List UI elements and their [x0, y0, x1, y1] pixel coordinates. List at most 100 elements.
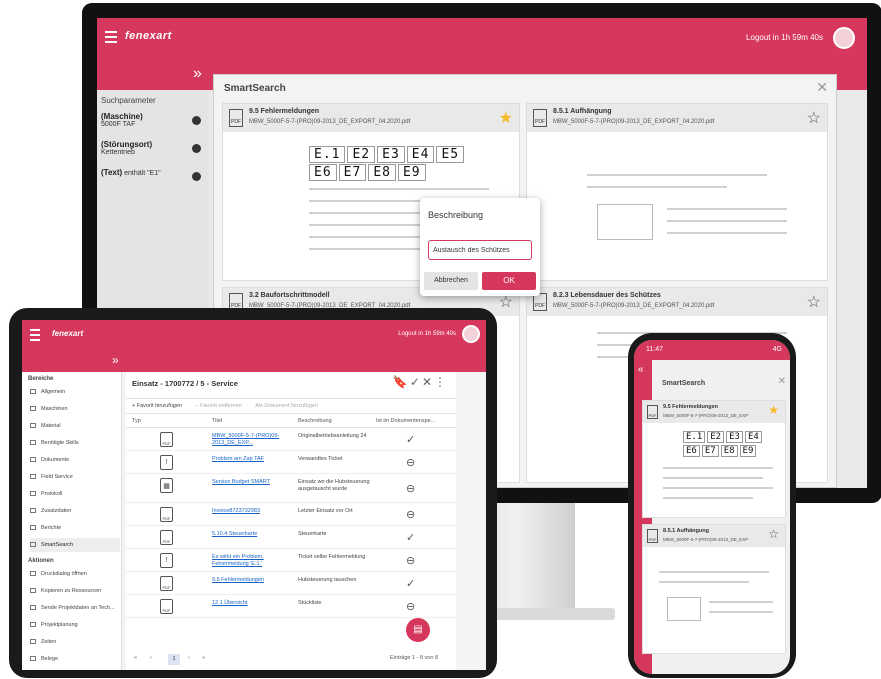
sidebar-item-label: Protokoll [41, 491, 63, 497]
doc-line [663, 487, 773, 489]
table-row[interactable]: PDF 12.1 Übersicht Stückliste ⊖ [126, 596, 456, 618]
avatar[interactable] [833, 27, 855, 49]
current-page[interactable]: 1 [168, 654, 180, 665]
minus-circle-icon[interactable]: ⊖ [406, 482, 415, 495]
row-title-link[interactable]: 9.5 Fehlermeldungen [212, 577, 288, 584]
code: E3 [726, 431, 743, 443]
filter-chip[interactable]: (Text) enthält "E1" [101, 168, 205, 181]
column-header[interactable]: Titel [212, 418, 222, 424]
document-fab-button[interactable]: ▤ [406, 618, 430, 642]
check-icon[interactable]: ✓ [410, 375, 422, 389]
action-item[interactable]: Sende Projektdaten an Tech... [30, 601, 120, 615]
add-as-document-button[interactable]: Als Dokument hinzufügen [249, 399, 324, 413]
sidebar-item[interactable]: Zusatzdaten [30, 504, 120, 518]
pdf-icon: PDF [160, 507, 173, 522]
row-title-link[interactable]: Problem am Zap TAF [212, 456, 288, 463]
logout-timer[interactable]: Logout in 1h 59m 40s [746, 33, 823, 42]
sidebar-item[interactable]: Berichte [30, 521, 120, 535]
first-page-icon[interactable]: « [134, 655, 137, 661]
diagram-thumbnail [667, 597, 701, 621]
doc-line [659, 581, 749, 583]
action-item[interactable]: Kopieren zu Ressourcen [30, 584, 120, 598]
column-header[interactable]: Ist im Dokumentenspe... [376, 418, 435, 424]
column-header[interactable]: Typ [132, 418, 141, 424]
card-header: PDF 8.5.1 Aufhängung MBW_5000F-5-7-(PRO)… [527, 104, 827, 132]
avatar[interactable] [462, 325, 480, 343]
star-icon[interactable]: ☆ [807, 292, 821, 312]
action-item[interactable]: Zeiten [30, 635, 120, 649]
card-title: 8.5.1 Aufhängung [663, 528, 709, 534]
add-favorite-button[interactable]: + Favorit hinzufügen [126, 399, 188, 413]
menu-icon[interactable] [30, 329, 40, 344]
document-icon [30, 457, 36, 462]
row-title-link[interactable]: 12.1 Übersicht [212, 600, 288, 607]
remove-filter-icon[interactable] [192, 116, 201, 125]
filter-heading: Suchparameter [101, 96, 156, 105]
star-icon[interactable]: ☆ [807, 108, 821, 128]
table-row[interactable]: ▦ Service Budget SMART Einsatz wo die Hu… [126, 475, 456, 503]
app-header: fenexart Logout in 1h 59m 40s [22, 320, 486, 350]
table-row[interactable]: PDF Invoice8723732983 Letzter Einsatz vo… [126, 504, 456, 526]
star-icon[interactable]: ★ [768, 403, 779, 417]
row-description: Verwandtes Ticket [298, 456, 343, 462]
row-title-link[interactable]: Es wirkt ein Problem, Fehlermeldung 'E.1… [212, 554, 288, 568]
description-input[interactable] [428, 240, 532, 260]
sidebar-item[interactable]: Field Service [30, 470, 120, 484]
table-row[interactable]: PDF MBW_5000F-5-7-(PRO)09-2013_DE_EXP...… [126, 429, 456, 451]
minus-circle-icon[interactable]: ⊖ [406, 508, 415, 521]
bookmark-icon[interactable]: 🔖 [393, 375, 410, 389]
cancel-button[interactable]: Abbrechen [424, 272, 478, 290]
expand-chevron-icon[interactable]: » [193, 65, 202, 83]
table-row[interactable]: ! Problem am Zap TAF Verwandtes Ticket ⊖ [126, 452, 456, 474]
expand-chevron-icon[interactable]: » [112, 353, 119, 367]
sidebar-item[interactable]: Maschinen [30, 402, 120, 416]
action-item[interactable]: Projektplanung [30, 618, 120, 632]
sidebar-item[interactable]: Material [30, 419, 120, 433]
code: E9 [739, 445, 757, 457]
action-item[interactable]: Belege [30, 652, 120, 666]
logout-timer[interactable]: Logout in 1h 59m 40s [398, 331, 456, 337]
result-card[interactable]: PDF 9.5 Fehlermeldungen MBW_5000F-5-7-(P… [642, 400, 786, 518]
sidebar-item[interactable]: Benötigte Skills [30, 436, 120, 450]
card-file: MBW_5000F-5-7-(PRO)09-2013_DE_EXP [663, 413, 749, 418]
filter-chip[interactable]: (Störungsort) Kettentrieb [101, 140, 205, 156]
row-title-link[interactable]: 5.10.4 Steuerkarte [212, 531, 288, 538]
pagination: « ‹ 1 › » Einträge 1 - 8 von 8 [126, 650, 456, 670]
close-icon[interactable]: ✕ [422, 375, 434, 389]
menu-icon[interactable] [105, 31, 117, 46]
row-title-link[interactable]: Invoice8723732983 [212, 508, 288, 515]
minus-circle-icon[interactable]: ⊖ [406, 456, 415, 469]
remove-filter-icon[interactable] [192, 172, 201, 181]
last-page-icon[interactable]: » [202, 655, 205, 661]
table-row[interactable]: ! Es wirkt ein Problem, Fehlermeldung 'E… [126, 550, 456, 572]
minus-circle-icon[interactable]: ⊖ [406, 600, 415, 613]
sidebar-item[interactable]: Allgemein [30, 385, 120, 399]
star-icon[interactable]: ★ [499, 108, 513, 128]
collapse-chevron-icon[interactable]: « [638, 364, 644, 375]
action-item[interactable]: Druckdialog öffnen [30, 567, 120, 581]
next-page-icon[interactable]: › [188, 655, 190, 661]
row-title-link[interactable]: Service Budget SMART [212, 479, 288, 486]
ok-button[interactable]: OK [482, 272, 536, 290]
row-title-link[interactable]: MBW_5000F-5-7-(PRO)09-2013_DE_EXP... [212, 433, 288, 447]
remove-filter-icon[interactable] [192, 144, 201, 153]
sidebar-item[interactable]: Dokumente [30, 453, 120, 467]
table-row[interactable]: PDF 9.5 Fehlermeldungen Hubsteuerung tau… [126, 573, 456, 595]
filter-chip[interactable]: (Maschine) 5000F TAF [101, 112, 205, 128]
sidebar-item-smartsearch[interactable]: SmartSearch [30, 538, 120, 552]
result-card[interactable]: PDF 8.5.1 Aufhängung MBW_5000F-5-7-(PRO)… [642, 524, 786, 654]
app-logo: fenexart [52, 329, 84, 338]
more-icon[interactable]: ⋮ [434, 375, 448, 389]
prev-page-icon[interactable]: ‹ [150, 655, 152, 661]
code: E5 [436, 146, 465, 163]
table-row[interactable]: PDF 5.10.4 Steuerkarte Steuerkarte ✓ [126, 527, 456, 549]
description-dialog: Beschreibung Abbrechen OK [420, 198, 540, 296]
sidebar-item[interactable]: Protokoll [30, 487, 120, 501]
result-card[interactable]: PDF 8.5.1 Aufhängung MBW_5000F-5-7-(PRO)… [526, 103, 828, 281]
column-header[interactable]: Beschreibung [298, 418, 332, 424]
star-icon[interactable]: ☆ [768, 527, 779, 541]
close-icon[interactable]: ✕ [816, 79, 828, 96]
remove-favorite-button[interactable]: – Favorit entfernen [190, 399, 248, 413]
close-icon[interactable]: ✕ [778, 376, 786, 387]
minus-circle-icon[interactable]: ⊖ [406, 554, 415, 567]
